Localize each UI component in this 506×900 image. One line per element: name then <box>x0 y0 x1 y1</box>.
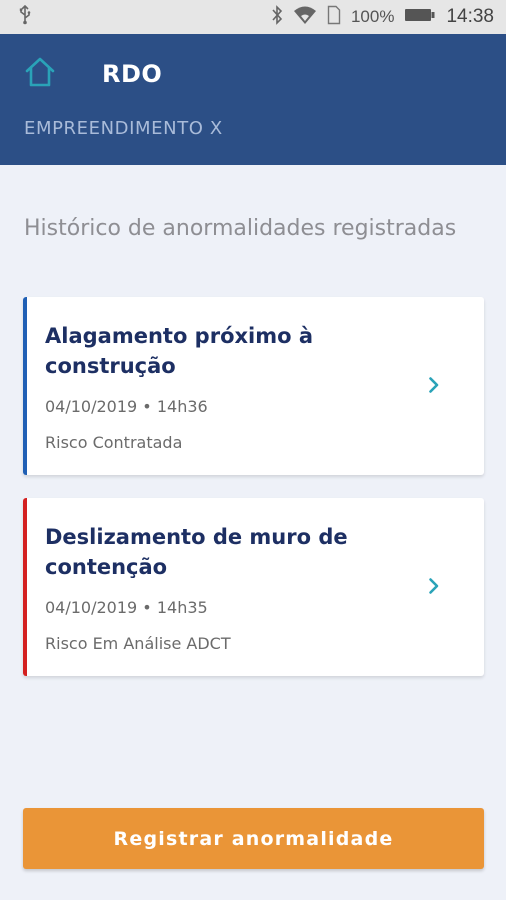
anomaly-card[interactable]: Alagamento próximo à construção 04/10/20… <box>23 297 484 475</box>
app-subtitle: EMPREENDIMENTO X <box>24 118 223 139</box>
anomaly-title: Deslizamento de muro de contenção <box>45 525 348 579</box>
section-title: Histórico de anormalidades registradas <box>24 216 457 241</box>
chevron-right-icon[interactable] <box>424 373 444 397</box>
anomaly-status: Risco Em Análise ADCT <box>45 634 231 653</box>
anomaly-status: Risco Contratada <box>45 433 183 452</box>
status-right: 100% 14:38 <box>271 5 494 29</box>
register-anomaly-button[interactable]: Registrar anormalidade <box>23 808 484 869</box>
status-left <box>18 4 32 29</box>
status-bar: 100% 14:38 <box>0 0 506 34</box>
home-button[interactable] <box>22 56 58 92</box>
anomaly-card[interactable]: Deslizamento de muro de contenção 04/10/… <box>23 498 484 676</box>
app-title: RDO <box>102 60 163 88</box>
status-time: 14:38 <box>446 6 494 27</box>
card-accent-bar <box>23 297 27 475</box>
card-accent-bar <box>23 498 27 676</box>
anomaly-datetime: 04/10/2019 • 14h36 <box>45 397 208 416</box>
usb-icon <box>18 4 32 29</box>
bluetooth-icon <box>271 5 283 29</box>
chevron-right-icon[interactable] <box>424 574 444 598</box>
home-icon <box>24 57 56 91</box>
battery-percent: 100% <box>350 7 395 26</box>
battery-icon <box>404 7 436 27</box>
sim-icon <box>327 5 341 29</box>
wifi-icon <box>293 5 317 29</box>
anomaly-datetime: 04/10/2019 • 14h35 <box>45 598 208 617</box>
anomaly-title: Alagamento próximo à construção <box>45 324 314 378</box>
app-header: RDO EMPREENDIMENTO X <box>0 34 506 165</box>
